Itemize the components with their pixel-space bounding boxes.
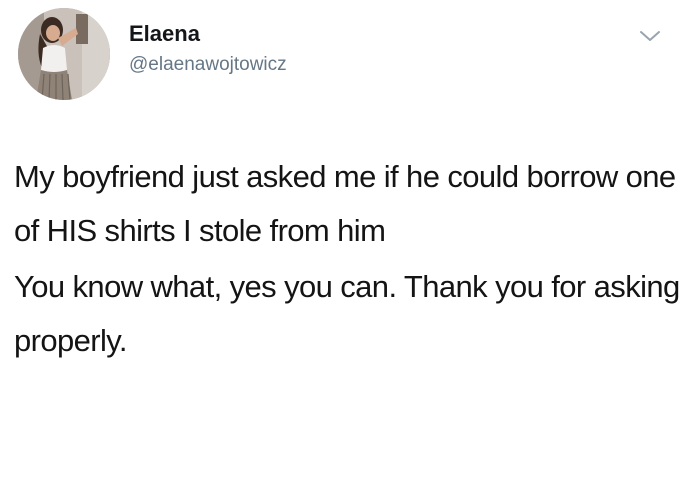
tweet-card: Elaena @elaenawojtowicz My boyfriend jus… [0, 0, 700, 496]
display-name[interactable]: Elaena [129, 20, 287, 48]
avatar-photo [18, 8, 110, 100]
tweet-paragraph: You know what, yes you can. Thank you fo… [14, 269, 680, 358]
user-info: Elaena @elaenawojtowicz [129, 20, 287, 78]
tweet-paragraph: My boyfriend just asked me if he could b… [14, 159, 676, 248]
user-handle[interactable]: @elaenawojtowicz [129, 52, 287, 78]
chevron-down-icon [640, 31, 660, 41]
tweet-text: My boyfriend just asked me if he could b… [14, 150, 684, 368]
tweet-menu-button[interactable] [636, 25, 664, 47]
avatar[interactable] [18, 8, 110, 100]
